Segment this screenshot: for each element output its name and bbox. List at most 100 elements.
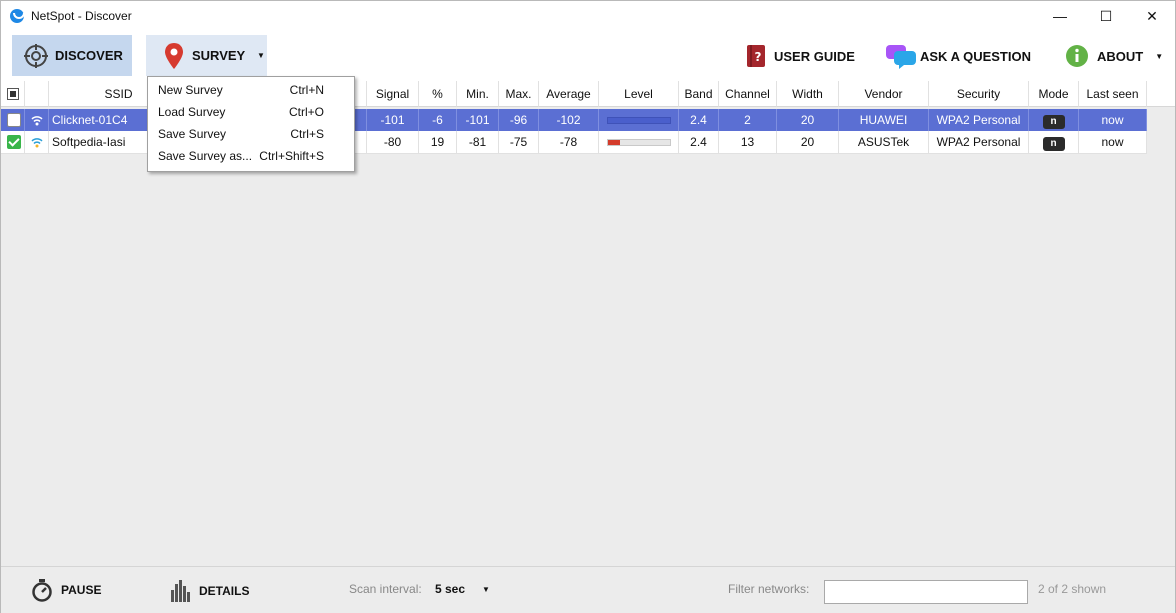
scan-interval-label: Scan interval: (349, 582, 422, 596)
user-guide-label: USER GUIDE (774, 48, 855, 64)
menu-item-shortcut: Ctrl+O (288, 105, 324, 119)
percent-cell: 19 (419, 131, 457, 153)
column-header-last-seen[interactable]: Last seen (1079, 81, 1147, 107)
menu-item-new-survey[interactable]: New Survey Ctrl+N (148, 79, 354, 101)
last-seen-cell: now (1079, 109, 1147, 131)
row-checkbox-cell[interactable] (1, 131, 25, 153)
row-checkbox-checked[interactable] (7, 135, 21, 149)
mode-badge: n (1042, 137, 1065, 151)
column-header-signal[interactable]: Signal (367, 81, 419, 107)
column-header-channel[interactable]: Channel (719, 81, 777, 107)
minimize-button[interactable]: — (1037, 1, 1083, 31)
filter-networks-label: Filter networks: (728, 582, 810, 596)
wifi-signal-icon (30, 138, 43, 148)
about-dropdown-arrow[interactable]: ▼ (1155, 52, 1163, 61)
about-label: ABOUT (1097, 48, 1144, 64)
max-cell: -96 (499, 109, 539, 131)
min-cell: -101 (457, 109, 499, 131)
security-cell: WPA2 Personal (929, 109, 1029, 131)
pause-label: PAUSE (61, 583, 102, 597)
survey-button[interactable]: SURVEY (146, 35, 255, 76)
user-guide-button[interactable]: ? USER GUIDE (745, 43, 855, 69)
menu-item-shortcut: Ctrl+Shift+S (259, 149, 324, 163)
details-button[interactable]: DETAILS (171, 580, 249, 602)
pause-button[interactable]: PAUSE (31, 578, 101, 602)
scan-interval-select[interactable]: 5 sec (435, 582, 465, 596)
chat-bubbles-icon (886, 45, 916, 69)
level-bar (607, 117, 671, 124)
book-icon: ? (747, 45, 765, 67)
wifi-signal-icon (30, 116, 43, 126)
column-header-average[interactable]: Average (539, 81, 599, 107)
signal-cell: -101 (367, 109, 419, 131)
menu-item-label: Save Survey as... (158, 149, 253, 163)
shown-count: 2 of 2 shown (1038, 582, 1107, 596)
discover-button[interactable]: DISCOVER (12, 35, 132, 76)
about-button[interactable]: ABOUT ▼ (1065, 43, 1163, 69)
discover-label: DISCOVER (55, 48, 123, 63)
security-cell: WPA2 Personal (929, 131, 1029, 153)
details-label: DETAILS (199, 584, 250, 598)
mode-badge: n (1042, 115, 1065, 129)
menu-item-save-survey[interactable]: Save Survey Ctrl+S (148, 123, 354, 145)
level-cell (599, 131, 679, 153)
select-all-header[interactable] (1, 81, 25, 107)
survey-label: SURVEY (192, 48, 246, 63)
status-bar: PAUSE DETAILS Scan interval: 5 sec ▼ Fil… (1, 566, 1175, 613)
wifi-icon-cell (25, 131, 49, 153)
vendor-cell: HUAWEI (839, 109, 929, 131)
percent-cell: -6 (419, 109, 457, 131)
svg-text:?: ? (755, 50, 762, 64)
column-header-max[interactable]: Max. (499, 81, 539, 107)
column-header-band[interactable]: Band (679, 81, 719, 107)
column-header-width[interactable]: Width (777, 81, 839, 107)
row-checkbox-cell[interactable] (1, 109, 25, 131)
menu-item-label: New Survey (158, 83, 223, 97)
channel-cell: 2 (719, 109, 777, 131)
map-pin-icon (165, 42, 183, 69)
filter-networks-input[interactable] (824, 580, 1028, 604)
info-icon (1066, 45, 1088, 67)
stopwatch-icon (32, 579, 52, 602)
menu-item-shortcut: Ctrl+N (289, 83, 324, 97)
netspot-logo-icon (10, 9, 25, 23)
band-cell: 2.4 (679, 131, 719, 153)
row-checkbox[interactable] (7, 113, 21, 127)
mode-cell: n (1029, 109, 1079, 131)
menu-item-save-survey-as[interactable]: Save Survey as... Ctrl+Shift+S (148, 145, 354, 167)
wifi-icon-cell (25, 109, 49, 131)
close-button[interactable]: ✕ (1129, 1, 1175, 31)
menu-item-shortcut: Ctrl+S (290, 127, 324, 141)
icon-column-header (25, 81, 49, 107)
window-title: NetSpot - Discover (31, 9, 132, 23)
min-cell: -81 (457, 131, 499, 153)
level-cell (599, 109, 679, 131)
average-cell: -78 (539, 131, 599, 153)
column-header-mode[interactable]: Mode (1029, 81, 1079, 107)
level-fill (608, 140, 620, 145)
width-cell: 20 (777, 131, 839, 153)
vendor-cell: ASUSTek (839, 131, 929, 153)
level-bar (607, 139, 671, 146)
menu-item-label: Load Survey (158, 105, 226, 119)
menu-item-load-survey[interactable]: Load Survey Ctrl+O (148, 101, 354, 123)
bars-icon (171, 580, 190, 602)
maximize-button[interactable]: ☐ (1083, 1, 1129, 31)
band-cell: 2.4 (679, 109, 719, 131)
survey-dropdown-arrow[interactable]: ▼ (255, 35, 267, 76)
ask-question-button[interactable]: ASK A QUESTION (885, 43, 1031, 69)
average-cell: -102 (539, 109, 599, 131)
ask-question-label: ASK A QUESTION (920, 48, 1031, 64)
column-header-level[interactable]: Level (599, 81, 679, 107)
chevron-down-icon[interactable]: ▼ (482, 585, 490, 594)
column-header-min[interactable]: Min. (457, 81, 499, 107)
column-header-vendor[interactable]: Vendor (839, 81, 929, 107)
title-bar: NetSpot - Discover — ☐ ✕ (1, 1, 1175, 31)
column-header-security[interactable]: Security (929, 81, 1029, 107)
signal-cell: -80 (367, 131, 419, 153)
column-header-percent[interactable]: % (419, 81, 457, 107)
select-all-checkbox[interactable] (7, 88, 19, 100)
menu-item-label: Save Survey (158, 127, 227, 141)
column-header-filler (1147, 81, 1175, 107)
mode-cell: n (1029, 131, 1079, 153)
